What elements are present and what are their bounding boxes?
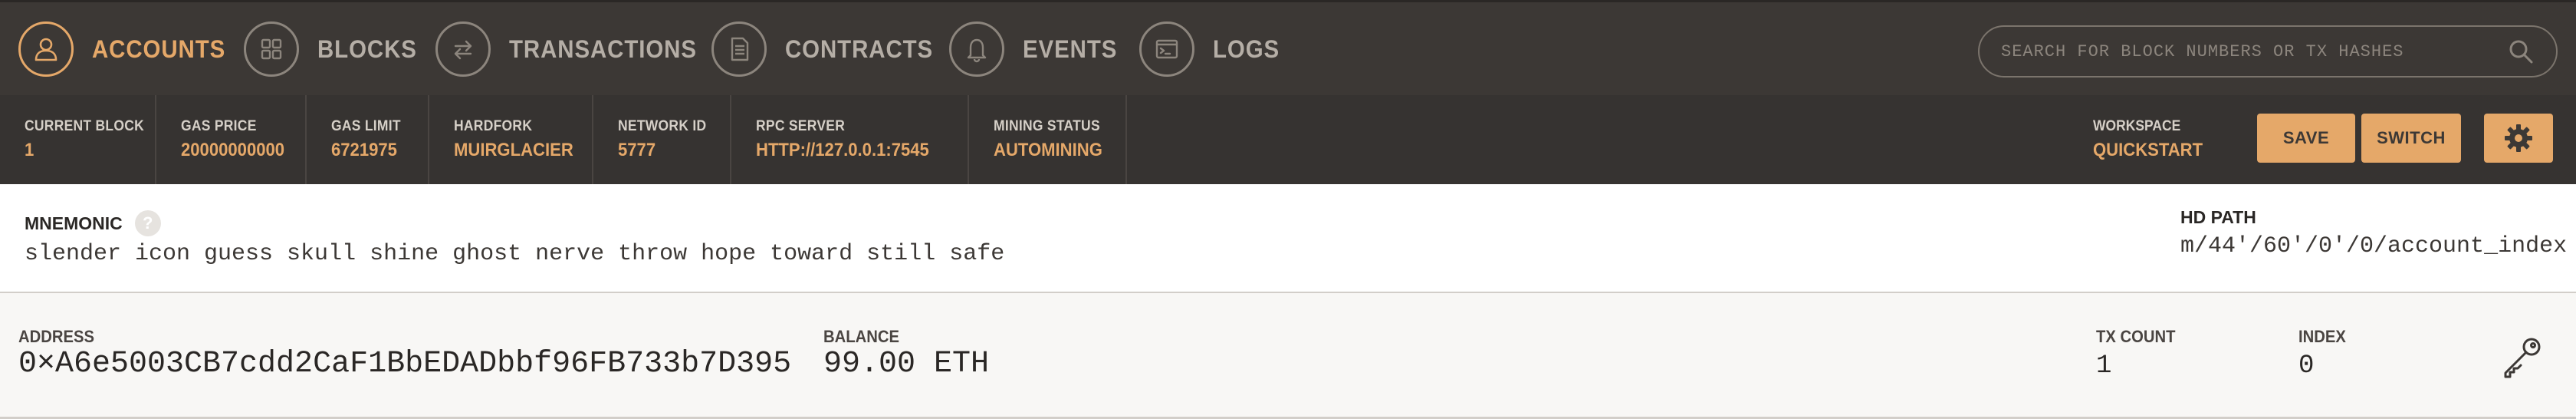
hardfork-stat: HARDFORK MUIRGLACIER — [429, 95, 593, 184]
stat-label: GAS PRICE — [181, 118, 257, 134]
help-icon[interactable]: ? — [134, 210, 161, 236]
nav-tab-transactions[interactable]: TRANSACTIONS — [435, 21, 713, 78]
gear-icon — [2505, 124, 2532, 152]
search-input[interactable] — [1980, 27, 2505, 76]
workspace-name: QUICKSTART — [2093, 140, 2203, 160]
stat-value: AUTOMINING — [994, 140, 1102, 160]
mnemonic-header: MNEMONIC ? — [25, 210, 161, 236]
mnemonic-phrase: slender icon guess skull shine ghost ner… — [25, 241, 1005, 267]
address-label: ADDRESS — [18, 327, 94, 346]
status-bar: CURRENT BLOCK 1 GAS PRICE 20000000000 GA… — [0, 95, 2576, 184]
index-label: INDEX — [2298, 327, 2346, 346]
document-icon — [711, 21, 767, 77]
nav-tab-label: ACCOUNTS — [92, 35, 226, 63]
gas-limit-stat: GAS LIMIT 6721975 — [307, 95, 429, 184]
stat-value: 6721975 — [331, 140, 397, 160]
mnemonic-panel: MNEMONIC ? slender icon guess skull shin… — [0, 184, 2576, 293]
nav-tab-label: BLOCKS — [317, 35, 417, 63]
rpc-server-stat: RPC SERVER HTTP://127.0.0.1:7545 — [731, 95, 969, 184]
index-value: 0 — [2298, 351, 2315, 381]
stat-value: 1 — [25, 140, 34, 160]
user-icon — [18, 21, 74, 77]
workspace-label: WORKSPACE — [2093, 118, 2181, 134]
nav-tab-label: LOGS — [1213, 35, 1280, 63]
stat-value: 20000000000 — [181, 140, 285, 160]
account-address: 0×A6e5003CB7cdd2CaF1BbEDADbbf96FB733b7D3… — [18, 347, 792, 381]
switch-button[interactable]: SWITCH — [2361, 114, 2461, 163]
nav-tab-label: EVENTS — [1023, 35, 1118, 63]
stat-value: HTTP://127.0.0.1:7545 — [756, 140, 929, 160]
grid-icon — [244, 21, 299, 77]
bell-icon — [949, 21, 1004, 77]
balance-label: BALANCE — [823, 327, 899, 346]
stat-label: RPC SERVER — [756, 118, 846, 134]
network-id-stat: NETWORK ID 5777 — [593, 95, 731, 184]
key-icon[interactable] — [2499, 335, 2544, 379]
hd-path-value: m/44'/60'/0'/0/account_index — [2180, 233, 2568, 259]
mnemonic-label: MNEMONIC — [25, 213, 123, 233]
nav-tab-label: TRANSACTIONS — [509, 35, 697, 63]
stat-label: GAS LIMIT — [331, 118, 401, 134]
swap-arrows-icon — [435, 21, 491, 77]
settings-button[interactable] — [2484, 114, 2553, 163]
stat-value: MUIRGLACIER — [454, 140, 573, 160]
terminal-icon — [1139, 21, 1194, 77]
search-box — [1978, 25, 2558, 78]
stat-label: HARDFORK — [454, 118, 533, 134]
nav-tab-logs[interactable]: LOGS — [1139, 21, 1286, 78]
top-navigation: ACCOUNTS BLOCKS TRANSACTIONS CONTRACTS E… — [0, 0, 2576, 95]
nav-tab-blocks[interactable]: BLOCKS — [244, 21, 426, 78]
account-row[interactable]: ADDRESS 0×A6e5003CB7cdd2CaF1BbEDADbbf96F… — [0, 293, 2576, 419]
nav-tab-accounts[interactable]: ACCOUNTS — [18, 21, 237, 78]
account-balance: 99.00 ETH — [823, 347, 990, 381]
current-block-stat: CURRENT BLOCK 1 — [0, 95, 156, 184]
save-button[interactable]: SAVE — [2257, 114, 2355, 163]
stat-label: NETWORK ID — [618, 118, 707, 134]
workspace-indicator: WORKSPACE QUICKSTART — [2093, 118, 2213, 161]
gas-price-stat: GAS PRICE 20000000000 — [156, 95, 307, 184]
mining-status-stat: MINING STATUS AUTOMINING — [969, 95, 1127, 184]
tx-count-value: 1 — [2096, 351, 2112, 381]
nav-tab-label: CONTRACTS — [785, 35, 934, 63]
tx-count-label: TX COUNT — [2096, 327, 2176, 346]
hd-path-label: HD PATH — [2180, 207, 2256, 227]
stat-label: CURRENT BLOCK — [25, 118, 145, 134]
stat-value: 5777 — [618, 140, 656, 160]
stat-label: MINING STATUS — [994, 118, 1100, 134]
nav-tab-events[interactable]: EVENTS — [949, 21, 1125, 78]
nav-tab-contracts[interactable]: CONTRACTS — [711, 21, 946, 78]
search-icon[interactable] — [2505, 36, 2536, 67]
